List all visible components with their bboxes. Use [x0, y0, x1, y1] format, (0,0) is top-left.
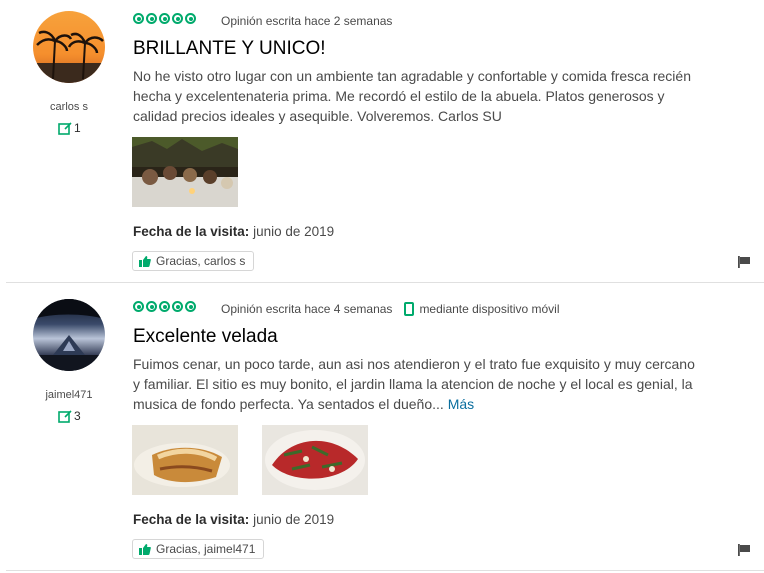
review-body: Fuimos cenar, un poco tarde, aun asi nos… [133, 354, 703, 414]
review-divider [6, 570, 764, 571]
visit-date: Fecha de la visita: junio de 2019 [133, 512, 334, 527]
rating-bubble-icon [172, 301, 183, 312]
contributions: 3 [58, 409, 81, 423]
visit-date-value: junio de 2019 [253, 224, 335, 239]
username[interactable]: carlos s [0, 101, 138, 113]
rating-bubble-icon [146, 301, 157, 312]
avatar[interactable] [33, 299, 105, 371]
review-count-icon [58, 121, 72, 135]
review-date: Opinión escrita hace 2 semanas [221, 14, 393, 28]
rating-bubbles [133, 301, 196, 312]
avatar[interactable] [33, 11, 105, 83]
review-divider [6, 282, 764, 283]
review-card: jaimel471 3 Opinión escrita hace 4 seman… [0, 284, 764, 573]
review-count-icon [58, 409, 72, 423]
review-title[interactable]: BRILLANTE Y UNICO! [133, 38, 326, 60]
rating-bubble-icon [172, 13, 183, 24]
review-title[interactable]: Excelente velada [133, 326, 278, 348]
review-card: carlos s 1 Opinión escrita hace 2 semana… [0, 0, 764, 284]
review-photo[interactable] [262, 425, 368, 495]
thumbs-up-icon [139, 543, 151, 555]
more-link[interactable]: Más [448, 396, 474, 412]
rating-bubble-icon [146, 13, 157, 24]
visit-date-label: Fecha de la visita: [133, 512, 250, 527]
review-date: Opinión escrita hace 4 semanas [221, 302, 393, 316]
rating-bubble-icon [133, 301, 144, 312]
thanks-button[interactable]: Gracias, jaimel471 [132, 539, 265, 559]
rating-bubble-icon [159, 301, 170, 312]
device-label: mediante dispositivo móvil [419, 302, 560, 316]
visit-date-value: junio de 2019 [253, 512, 335, 527]
thanks-button[interactable]: Gracias, carlos s [132, 251, 255, 271]
rating-bubble-icon [185, 301, 196, 312]
report-flag-icon[interactable] [738, 544, 750, 556]
rating-bubbles [133, 13, 196, 24]
contribution-count: 1 [74, 121, 81, 135]
rating-bubble-icon [185, 13, 196, 24]
thanks-label: Gracias, carlos s [156, 254, 246, 268]
thanks-label: Gracias, jaimel471 [156, 542, 256, 556]
visit-date-label: Fecha de la visita: [133, 224, 250, 239]
mobile-device-icon [404, 302, 415, 316]
review-meta: Opinión escrita hace 2 semanas [221, 14, 392, 28]
username[interactable]: jaimel471 [0, 389, 138, 401]
review-text: Fuimos cenar, un poco tarde, aun asi nos… [133, 356, 695, 412]
review-photo[interactable] [132, 425, 238, 495]
review-text: No he visto otro lugar con un ambiente t… [133, 68, 691, 124]
review-photo[interactable] [132, 137, 238, 207]
contributions: 1 [58, 121, 81, 135]
visit-date: Fecha de la visita: junio de 2019 [133, 224, 334, 239]
rating-bubble-icon [133, 13, 144, 24]
review-body: No he visto otro lugar con un ambiente t… [133, 66, 703, 126]
review-meta: Opinión escrita hace 4 semanas mediante … [221, 302, 560, 316]
thumbs-up-icon [139, 255, 151, 267]
report-flag-icon[interactable] [738, 256, 750, 268]
contribution-count: 3 [74, 409, 81, 423]
rating-bubble-icon [159, 13, 170, 24]
